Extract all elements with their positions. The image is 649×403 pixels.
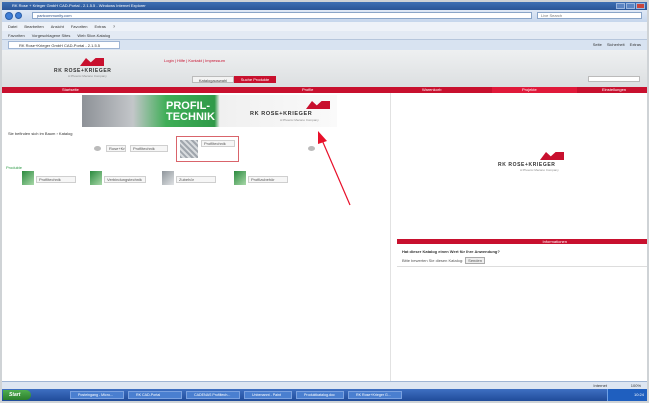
menu-bar: Datei Bearbeiten Ansicht Favoriten Extra… [2,22,647,31]
tools-menu[interactable]: Extras [630,42,641,47]
site-logo[interactable]: RK ROSE+KRIEGER A Phoenix Mecano Company [54,58,124,78]
minimize-button[interactable] [616,3,625,9]
tree-left-arrow-icon[interactable] [94,146,101,151]
window-titlebar: RK Rose + Krieger GmbH CAD-Portal - 2.1.… [2,2,647,10]
forward-icon[interactable] [15,12,22,19]
banner-logo: RK ROSE+KRIEGER A Phoenix Mecano Company [250,101,332,123]
window-controls [616,3,645,9]
product-search-button[interactable]: Suche Produkte [234,76,276,83]
rating-box-header: Informationen [397,239,647,244]
product-thumb-1[interactable] [22,171,34,185]
menu-item-datei[interactable]: Datei [8,24,17,29]
product-thumb-2[interactable] [90,171,102,185]
right-brand-mark-icon [540,152,564,160]
page-menu[interactable]: Seite [593,42,602,47]
banner-headline-line-2: TECHNIK [166,111,215,123]
catalog-select-button[interactable]: Katalogauswahl [192,76,234,83]
web-page: RK ROSE+KRIEGER A Phoenix Mecano Company… [2,50,647,381]
banner-headline: PROFIL- TECHNIK [166,101,215,123]
rating-box-title: Informationen [542,239,567,244]
selected-node-label: Profiltechnik [201,140,235,147]
taskbar-button-2[interactable]: RK CAD-Portal [128,391,182,399]
main-navigation: Startseite Profile Warenkorb Projekte Ei… [2,87,647,93]
selected-node-thumbnail [180,140,198,158]
tree-right-arrow-icon[interactable] [308,146,315,151]
zoom-level[interactable]: 100% [631,383,641,388]
nav-item-profile[interactable]: Profile [302,87,313,93]
tree-node-root[interactable]: Rose+Krieger [106,145,126,152]
address-input[interactable]: partcommunity.com [32,12,532,19]
product-thumb-3[interactable] [162,171,174,185]
products-section-label: Produkte [6,165,23,170]
nav-item-projects[interactable]: Projekte [522,87,537,93]
banner-tagline: A Phoenix Mecano Company [280,118,319,122]
taskbar-button-4[interactable]: Unbenannt - Paint [244,391,292,399]
web-slice-link[interactable]: Web Slice-Katalog [77,33,110,38]
tab-bar: RK Rose+Krieger GmbH CAD-Portal - 2.1.5.… [2,40,647,50]
rating-box: Informationen Hat dieser Katalog einen W… [397,239,647,275]
nav-item-settings[interactable]: Einstellungen [602,87,626,93]
search-input[interactable]: Live Search [537,12,642,19]
product-item-3[interactable]: Zubehör [176,176,216,183]
taskbar-button-1[interactable]: Posteingang - Micro... [70,391,124,399]
banner-brand-mark-icon [306,101,330,109]
rating-question: Hat dieser Katalog einen Wert für Ihre A… [402,249,500,254]
menu-item-bearbeiten[interactable]: Bearbeiten [24,24,43,29]
nav-item-cart[interactable]: Warenkorb [422,87,441,93]
suggested-sites-link[interactable]: Vorgeschlagene Sites [32,33,71,38]
menu-item-help[interactable]: ? [113,24,115,29]
menu-item-ansicht[interactable]: Ansicht [51,24,64,29]
favorites-bar: Favoriten Vorgeschlagene Sites Web Slice… [2,31,647,40]
tree-node-selected[interactable]: Profiltechnik [176,136,239,162]
product-item-2[interactable]: Verbindungstechnik [104,176,146,183]
status-bar: Internet 100% [2,381,647,389]
system-tray-clock[interactable]: 10:24 [607,389,647,401]
maximize-button[interactable] [626,3,635,9]
brand-mark-icon [80,58,104,66]
taskbar-button-5[interactable]: Produktkatalog.doc [296,391,344,399]
product-item-1[interactable]: Profiltechnik [36,176,76,183]
breadcrumb: Sie befinden sich im Baum › Katalog [8,131,73,136]
rating-prompt: Bitte bewerten Sie diesen Katalog: Senden [402,257,485,264]
security-menu[interactable]: Sicherheit [607,42,625,47]
site-search-input[interactable] [588,76,640,82]
column-divider [390,93,391,381]
rating-send-button[interactable]: Senden [465,257,485,264]
back-icon[interactable] [5,12,13,20]
security-zone: Internet [593,383,607,388]
nav-item-start[interactable]: Startseite [62,87,79,93]
menu-item-extras[interactable]: Extras [95,24,106,29]
taskbar: Start Posteingang - Micro... RK CAD-Port… [2,389,647,401]
banner-brand: RK ROSE+KRIEGER [250,111,313,117]
taskbar-button-6[interactable]: RK Rose+Krieger G... [348,391,402,399]
browser-window: RK Rose + Krieger GmbH CAD-Portal - 2.1.… [2,2,647,401]
rating-prompt-text: Bitte bewerten Sie diesen Katalog: [402,258,464,263]
taskbar-button-3[interactable]: CADENAS Profiltech... [186,391,240,399]
product-item-4[interactable]: Profilzubehör [248,176,288,183]
catalog-banner: PROFIL- TECHNIK RK ROSE+KRIEGER A Phoeni… [82,95,337,127]
rating-box-rule [397,266,647,267]
menu-item-favoriten[interactable]: Favoriten [71,24,88,29]
right-logo-tagline: A Phoenix Mecano Company [520,168,559,172]
tree-node-profile[interactable]: Profiltechnik [130,145,168,152]
site-header: RK ROSE+KRIEGER A Phoenix Mecano Company… [2,50,647,87]
right-panel-logo: RK ROSE+KRIEGER A Phoenix Mecano Company [498,152,570,174]
logo-tagline: A Phoenix Mecano Company [68,74,107,78]
window-title: RK Rose + Krieger GmbH CAD-Portal - 2.1.… [12,3,146,8]
tab-cad-portal[interactable]: RK Rose+Krieger GmbH CAD-Portal - 2.1.5.… [8,41,120,49]
address-toolbar: partcommunity.com Live Search [2,10,647,22]
command-bar: Seite Sicherheit Extras [593,42,641,47]
favorites-button[interactable]: Favoriten [8,33,25,38]
product-thumb-4[interactable] [234,171,246,185]
start-button[interactable]: Start [3,390,31,400]
close-button[interactable] [636,3,645,9]
top-links[interactable]: Login | Hilfe | Kontakt | Impressum [164,58,225,63]
